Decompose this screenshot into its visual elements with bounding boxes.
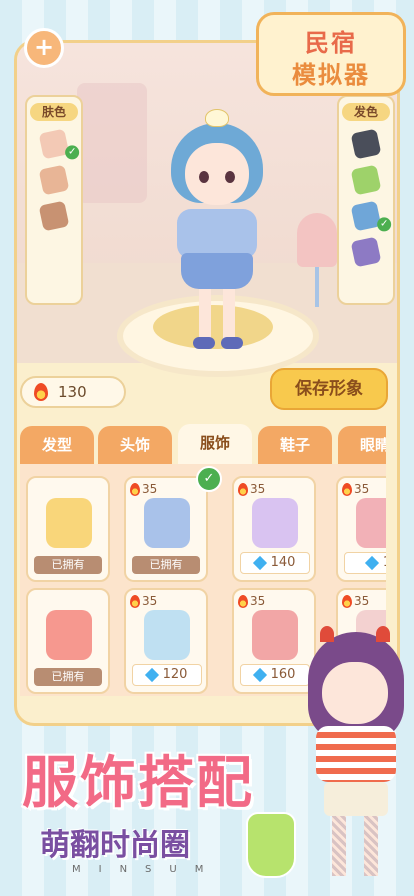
fire-icon bbox=[34, 383, 48, 401]
diamond-icon bbox=[252, 667, 267, 682]
hair-swatch-4[interactable] bbox=[350, 236, 382, 268]
promo-character bbox=[300, 622, 410, 892]
item-card[interactable]: 35 1 bbox=[336, 476, 386, 582]
diamond-icon bbox=[364, 555, 379, 570]
dress-decor bbox=[246, 812, 296, 878]
fire-icon bbox=[130, 595, 140, 608]
clothing-item-art bbox=[46, 498, 92, 548]
hair-color-title: 发色 bbox=[342, 103, 390, 121]
tab-clothing[interactable]: 服饰 bbox=[178, 424, 252, 464]
hair-swatch-3[interactable]: ✓ bbox=[350, 200, 392, 232]
item-card[interactable]: 已拥有 bbox=[26, 476, 110, 582]
item-card[interactable]: 35 已拥有 bbox=[124, 476, 208, 582]
currency-value: 130 bbox=[58, 383, 87, 401]
add-button[interactable]: + bbox=[24, 28, 64, 68]
tab-shoes[interactable]: 鞋子 bbox=[258, 426, 332, 464]
item-cost: 35 bbox=[238, 482, 265, 496]
clothing-item-art bbox=[46, 610, 92, 660]
hair-swatch-2[interactable] bbox=[350, 164, 382, 196]
check-icon: ✓ bbox=[196, 466, 222, 492]
promo-subtitle: 萌翻时尚圈 bbox=[40, 828, 190, 863]
logo-line-2: 模拟器 bbox=[292, 61, 370, 89]
item-card[interactable]: 已拥有 bbox=[26, 588, 110, 694]
item-price: 120 bbox=[132, 664, 202, 686]
logo-line-1: 民宿 bbox=[305, 29, 357, 57]
tab-hairstyle[interactable]: 发型 bbox=[20, 426, 94, 464]
hair-swatch-1[interactable] bbox=[350, 128, 382, 160]
clothing-item-art bbox=[356, 498, 386, 548]
item-cost: 35 bbox=[342, 482, 369, 496]
item-price: 1 bbox=[344, 552, 386, 574]
owned-status: 已拥有 bbox=[132, 556, 200, 574]
clothing-item-art bbox=[144, 498, 190, 548]
skin-swatch-2[interactable] bbox=[38, 164, 70, 196]
currency-display: 130 bbox=[20, 376, 126, 408]
skin-swatch-3[interactable] bbox=[38, 200, 70, 232]
save-look-button[interactable]: 保存形象 bbox=[270, 368, 388, 410]
fire-icon bbox=[342, 595, 352, 608]
skin-swatch-1[interactable]: ✓ bbox=[38, 128, 80, 160]
promo-brand: MINSUM bbox=[72, 864, 222, 875]
item-cost: 35 bbox=[130, 482, 157, 496]
fire-icon bbox=[342, 483, 352, 496]
diamond-icon bbox=[252, 555, 267, 570]
owned-status: 已拥有 bbox=[34, 556, 102, 574]
hair-color-panel: 发色 ✓ bbox=[337, 95, 395, 305]
app-logo: 民宿 模拟器 bbox=[256, 12, 406, 96]
mannequin-decor bbox=[297, 213, 337, 307]
diamond-icon bbox=[144, 667, 159, 682]
duck-hair-accessory bbox=[205, 109, 229, 127]
item-cost: 35 bbox=[342, 594, 369, 608]
item-price: 140 bbox=[240, 552, 310, 574]
item-card[interactable]: 35 140 bbox=[232, 476, 316, 582]
tab-headwear[interactable]: 头饰 bbox=[98, 426, 172, 464]
fire-icon bbox=[238, 595, 248, 608]
fire-icon bbox=[238, 483, 248, 496]
wardrobe-decor bbox=[77, 83, 147, 203]
owned-status: 已拥有 bbox=[34, 668, 102, 686]
skin-color-title: 肤色 bbox=[30, 103, 78, 121]
skin-color-panel: 肤色 ✓ bbox=[25, 95, 83, 305]
character-avatar bbox=[167, 109, 267, 353]
tab-eyes[interactable]: 眼睛 bbox=[338, 426, 386, 464]
item-cost: 35 bbox=[238, 594, 265, 608]
clothing-item-art bbox=[252, 610, 298, 660]
fire-icon bbox=[130, 483, 140, 496]
item-card[interactable]: 35 120 bbox=[124, 588, 208, 694]
check-icon: ✓ bbox=[65, 145, 80, 160]
promo-title: 服饰搭配 bbox=[22, 751, 254, 816]
clothing-item-art bbox=[252, 498, 298, 548]
category-tabs: 发型 头饰 服饰 鞋子 眼睛 bbox=[20, 424, 386, 464]
check-icon: ✓ bbox=[377, 217, 392, 232]
item-cost: 35 bbox=[130, 594, 157, 608]
clothing-item-art bbox=[144, 610, 190, 660]
